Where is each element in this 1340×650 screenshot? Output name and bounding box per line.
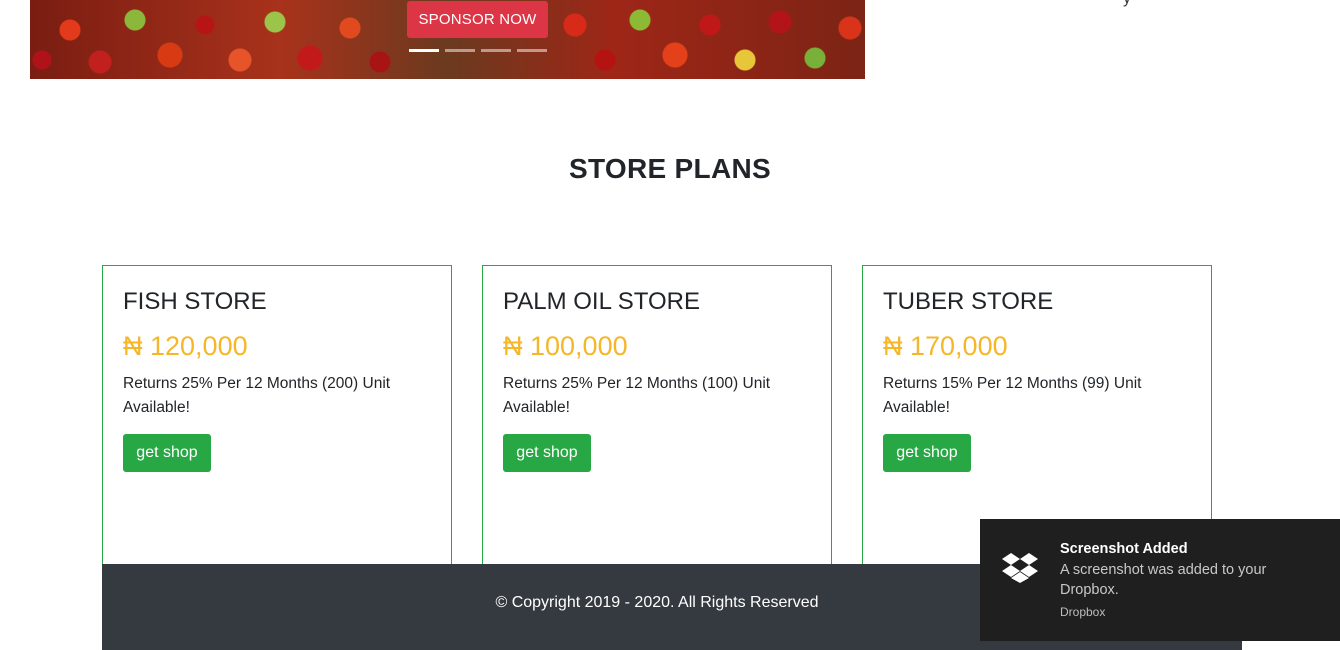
get-shop-button[interactable]: get shop [883, 434, 971, 472]
plan-description: Returns 25% Per 12 Months (100) Unit Ava… [503, 375, 771, 416]
toast-message: A screenshot was added to your Dropbox. [1060, 562, 1267, 598]
toast-title: Screenshot Added [1060, 541, 1188, 557]
hero-carousel-image: SPONSOR NOW [30, 0, 865, 79]
carousel-indicator-3[interactable] [481, 49, 511, 52]
plan-price: ₦ 120,000 [123, 331, 248, 361]
get-shop-button[interactable]: get shop [123, 434, 211, 472]
plan-description: Returns 25% Per 12 Months (200) Unit Ava… [123, 375, 391, 416]
carousel-indicator-1[interactable] [409, 49, 439, 52]
sponsor-now-button[interactable]: SPONSOR NOW [407, 1, 548, 38]
plan-name: PALM OIL STORE [503, 288, 700, 315]
plan-card-palm-oil: PALM OIL STORE ₦ 100,000 Returns 25% Per… [482, 265, 832, 565]
toast-source: Dropbox [1060, 605, 1106, 619]
plan-name: FISH STORE [123, 288, 267, 315]
carousel-indicators [409, 49, 547, 52]
plan-name: TUBER STORE [883, 288, 1054, 315]
carousel-indicator-2[interactable] [445, 49, 475, 52]
dropbox-notification-toast[interactable]: Screenshot Added A screenshot was added … [980, 519, 1340, 641]
cut-off-text: y [1123, 0, 1131, 8]
carousel-indicator-4[interactable] [517, 49, 547, 52]
copyright-text: © Copyright 2019 - 2020. All Rights Rese… [495, 594, 819, 611]
plan-card-fish: FISH STORE ₦ 120,000 Returns 25% Per 12 … [102, 265, 452, 565]
section-title: STORE PLANS [569, 153, 771, 184]
dropbox-icon [1002, 553, 1038, 583]
get-shop-button[interactable]: get shop [503, 434, 591, 472]
plan-description: Returns 15% Per 12 Months (99) Unit Avai… [883, 375, 1142, 416]
plan-price: ₦ 100,000 [503, 331, 628, 361]
plan-price: ₦ 170,000 [883, 331, 1008, 361]
